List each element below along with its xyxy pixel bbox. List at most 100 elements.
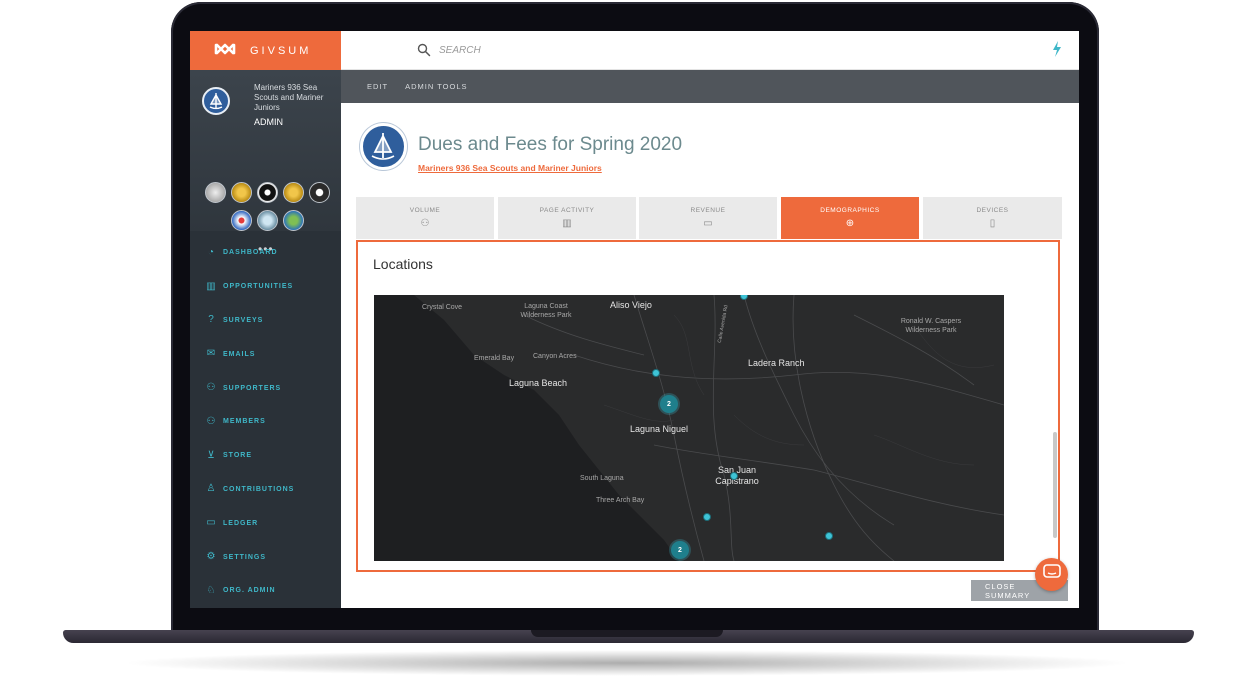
action-bar: EDIT ADMIN TOOLS <box>341 70 1079 103</box>
tab-revenue[interactable]: REVENUE ▭ <box>639 197 777 239</box>
search-input[interactable] <box>437 42 737 58</box>
locations-map[interactable]: Crystal Cove Laguna Coast Wilderness Par… <box>374 295 1004 561</box>
red-blue-badge-icon[interactable] <box>231 210 252 231</box>
gold-gear-badge-icon[interactable] <box>283 182 304 203</box>
nav-label: MEMBERS <box>223 418 266 426</box>
map-cluster[interactable]: 2 <box>671 541 689 559</box>
nav-item-ledger[interactable]: ▭ LEDGER <box>190 506 341 540</box>
summary-tabs: VOLUME ⚇ PAGE ACTIVITY ▥ REVENUE ▭ DEMOG… <box>356 197 1062 239</box>
nav-item-org-admin[interactable]: ♘ ORG. ADMIN <box>190 574 341 608</box>
page-title: Dues and Fees for Spring 2020 <box>418 134 683 155</box>
map-marker[interactable] <box>652 369 660 377</box>
earth-badge-icon[interactable] <box>283 210 304 231</box>
campaign-logo <box>360 123 407 170</box>
members-icon: ⚇ <box>206 415 216 427</box>
nav-label: SURVEYS <box>223 316 264 324</box>
givsum-logo-icon <box>214 41 236 61</box>
nav-label: ORG. ADMIN <box>223 587 276 595</box>
tab-label: PAGE ACTIVITY <box>539 207 595 214</box>
map-cluster[interactable]: 2 <box>660 395 678 413</box>
top-bar <box>341 31 1079 70</box>
map-label: Crystal Cove <box>422 304 463 311</box>
admin-tools-link[interactable]: ADMIN TOOLS <box>405 82 467 91</box>
black-white-badge-icon[interactable] <box>257 182 278 203</box>
org-admin-icon: ♘ <box>206 584 216 596</box>
phone-icon: ▯ <box>989 218 996 229</box>
lightning-bolt-icon[interactable] <box>1052 41 1062 60</box>
nav-label: DASHBOARD <box>223 249 278 257</box>
sidebar: GIVSUM Mariners 936 Sea Scouts and Marin… <box>190 31 341 608</box>
laptop-shadow <box>120 650 1134 676</box>
nav-label: EMAILS <box>223 350 256 358</box>
contributions-icon: ♙ <box>206 483 216 495</box>
scenic-badge-icon[interactable] <box>257 210 278 231</box>
tab-page-activity[interactable]: PAGE ACTIVITY ▥ <box>498 197 636 239</box>
nav-label: OPPORTUNITIES <box>223 283 294 291</box>
map-label: Emerald Bay <box>474 355 515 362</box>
map-marker[interactable] <box>730 472 738 480</box>
nav-label: SETTINGS <box>223 553 267 561</box>
sidebar-nav: ◔ DASHBOARD ▥ OPPORTUNITIES ? SURVEYS ✉ … <box>190 236 341 608</box>
map-label: Laguna Coast Wilderness Park <box>520 303 572 319</box>
tab-label: DEMOGRAPHICS <box>820 207 880 214</box>
nav-item-members[interactable]: ⚇ MEMBERS <box>190 405 341 439</box>
globe-icon: ⊕ <box>845 218 855 229</box>
opportunities-icon: ▥ <box>206 280 216 292</box>
tab-label: REVENUE <box>690 207 726 214</box>
nav-item-supporters[interactable]: ⚇ SUPPORTERS <box>190 371 341 405</box>
ledger-icon: ▭ <box>206 517 216 529</box>
map-marker[interactable] <box>703 513 711 521</box>
org-link[interactable]: Mariners 936 Sea Scouts and Mariner Juni… <box>418 163 602 173</box>
map-marker[interactable] <box>825 532 833 540</box>
map-label: Three Arch Bay <box>596 497 645 504</box>
supporters-icon: ⚇ <box>206 382 216 394</box>
brand-name: GIVSUM <box>250 44 312 57</box>
tab-label: VOLUME <box>409 207 441 214</box>
map-label: Aliso Viejo <box>610 300 652 310</box>
panel-title: Locations <box>373 256 433 272</box>
nav-item-emails[interactable]: ✉ EMAILS <box>190 337 341 371</box>
edit-link[interactable]: EDIT <box>367 82 388 91</box>
emails-icon: ✉ <box>206 348 216 360</box>
nav-label: SUPPORTERS <box>223 384 282 392</box>
nav-item-settings[interactable]: ⚙ SETTINGS <box>190 540 341 574</box>
tab-label: DEVICES <box>976 207 1009 214</box>
map-label: Canyon Acres <box>533 353 577 360</box>
tab-demographics[interactable]: DEMOGRAPHICS ⊕ <box>781 197 919 239</box>
nav-label: CONTRIBUTIONS <box>223 485 295 493</box>
revenue-icon: ▭ <box>703 218 713 229</box>
panel-scrollbar[interactable] <box>1053 432 1057 538</box>
nav-item-store[interactable]: ⊻ STORE <box>190 439 341 473</box>
nav-item-dashboard[interactable]: ◔ DASHBOARD <box>190 236 341 270</box>
nav-label: LEDGER <box>223 519 259 527</box>
chat-button[interactable] <box>1035 558 1068 591</box>
page-activity-icon: ▥ <box>562 218 572 229</box>
org-avatar[interactable] <box>202 87 230 115</box>
map-label: Ladera Ranch <box>748 358 805 368</box>
settings-icon: ⚙ <box>206 551 216 563</box>
tab-volume[interactable]: VOLUME ⚇ <box>356 197 494 239</box>
store-icon: ⊻ <box>207 449 215 461</box>
map-label: Laguna Beach <box>509 378 568 388</box>
nav-item-opportunities[interactable]: ▥ OPPORTUNITIES <box>190 270 341 304</box>
laptop-notch <box>531 630 723 637</box>
silver-badge-icon[interactable] <box>205 182 226 203</box>
chat-icon <box>1042 564 1061 585</box>
map-label: South Laguna <box>580 475 624 482</box>
nav-item-contributions[interactable]: ♙ CONTRIBUTIONS <box>190 473 341 507</box>
search-icon[interactable] <box>417 43 431 57</box>
tab-devices[interactable]: DEVICES ▯ <box>923 197 1062 239</box>
shield-badge-icon[interactable] <box>309 182 330 203</box>
org-role: ADMIN <box>254 117 283 127</box>
nav-item-surveys[interactable]: ? SURVEYS <box>190 304 341 338</box>
org-profile: Mariners 936 Sea Scouts and Mariner Juni… <box>190 70 341 256</box>
gold-gear-badge-icon[interactable] <box>231 182 252 203</box>
surveys-icon: ? <box>208 314 214 326</box>
locations-panel: Locations Crystal Cove Laguna Coast Wild… <box>356 240 1060 572</box>
laptop-screen: GIVSUM Mariners 936 Sea Scouts and Marin… <box>190 31 1079 608</box>
logo-bar[interactable]: GIVSUM <box>190 31 341 70</box>
org-name: Mariners 936 Sea Scouts and Mariner Juni… <box>254 83 324 112</box>
dashboard-icon: ◔ <box>207 246 215 258</box>
map-label: Laguna Niguel <box>630 424 689 434</box>
nav-label: STORE <box>223 452 252 460</box>
